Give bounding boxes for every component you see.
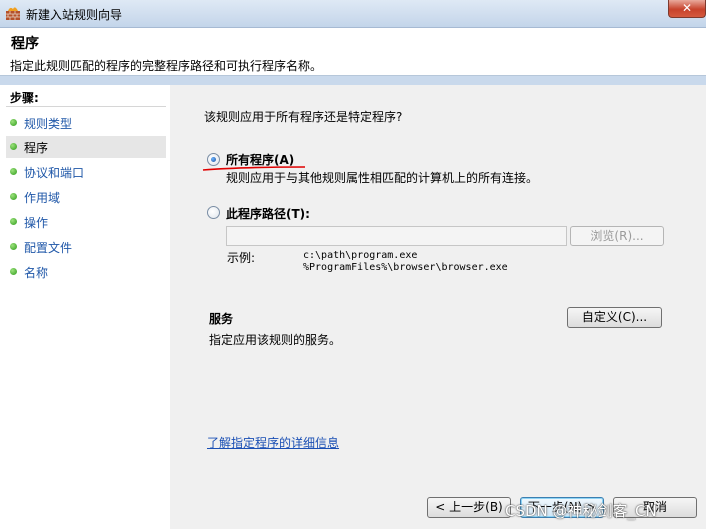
sidebar-item-profile[interactable]: 配置文件	[6, 236, 166, 258]
browse-button[interactable]: 浏览(R)...	[570, 226, 664, 246]
sidebar-item-name[interactable]: 名称	[6, 261, 166, 283]
close-button[interactable]: ✕	[668, 0, 706, 18]
steps-divider	[6, 106, 166, 107]
steps-sidebar: 步骤: 规则类型 程序 协议和端口 作用域 操作 配置文件 名称	[0, 85, 170, 529]
example-path: %ProgramFiles%\browser\browser.exe	[303, 262, 508, 273]
sidebar-item-label: 作用域	[24, 191, 61, 205]
back-button[interactable]: < 上一步(B)	[427, 497, 511, 518]
sidebar-item-label: 协议和端口	[24, 166, 85, 180]
services-description: 指定应用该规则的服务。	[209, 333, 342, 347]
learn-more-link[interactable]: 了解指定程序的详细信息	[207, 434, 339, 451]
step-bullet-icon	[10, 168, 17, 175]
main-panel: 该规则应用于所有程序还是特定程序? 所有程序(A) 规则应用于与其他规则属性相匹…	[170, 85, 706, 529]
sidebar-item-rule-type[interactable]: 规则类型	[6, 112, 166, 134]
sidebar-item-label: 规则类型	[24, 117, 73, 131]
watermark-text: CSDN @神秘剑客_CN	[505, 502, 657, 520]
step-bullet-icon	[10, 218, 17, 225]
page-subtitle: 指定此规则匹配的程序的完整程序路径和可执行程序名称。	[10, 59, 323, 73]
title-bar[interactable]: 新建入站规则向导 ✕	[0, 0, 706, 28]
services-heading: 服务	[209, 312, 234, 326]
sidebar-item-scope[interactable]: 作用域	[6, 186, 166, 208]
firewall-icon	[6, 7, 20, 20]
sidebar-item-protocol-ports[interactable]: 协议和端口	[6, 161, 166, 183]
steps-heading: 步骤:	[10, 91, 39, 105]
program-path-input[interactable]	[226, 226, 567, 246]
example-path: c:\path\program.exe	[303, 250, 418, 261]
sidebar-item-label: 程序	[24, 141, 49, 155]
example-label: 示例:	[227, 251, 256, 265]
wizard-header: 程序 指定此规则匹配的程序的完整程序路径和可执行程序名称。	[0, 28, 706, 76]
page-title: 程序	[11, 36, 39, 52]
all-programs-description: 规则应用于与其他规则属性相匹配的计算机上的所有连接。	[226, 171, 539, 185]
program-path-radio[interactable]	[207, 206, 220, 219]
step-bullet-icon	[10, 143, 17, 150]
sidebar-item-action[interactable]: 操作	[6, 211, 166, 233]
sidebar-item-label: 名称	[24, 266, 49, 280]
sidebar-item-label: 操作	[24, 216, 49, 230]
program-path-label[interactable]: 此程序路径(T):	[226, 205, 310, 222]
window-title: 新建入站规则向导	[26, 8, 123, 22]
step-bullet-icon	[10, 243, 17, 250]
question-text: 该规则应用于所有程序还是特定程序?	[204, 110, 403, 124]
customize-button[interactable]: 自定义(C)...	[567, 307, 662, 328]
sidebar-item-label: 配置文件	[24, 241, 73, 255]
sidebar-item-program[interactable]: 程序	[6, 136, 166, 158]
step-bullet-icon	[10, 119, 17, 126]
step-bullet-icon	[10, 268, 17, 275]
step-bullet-icon	[10, 193, 17, 200]
